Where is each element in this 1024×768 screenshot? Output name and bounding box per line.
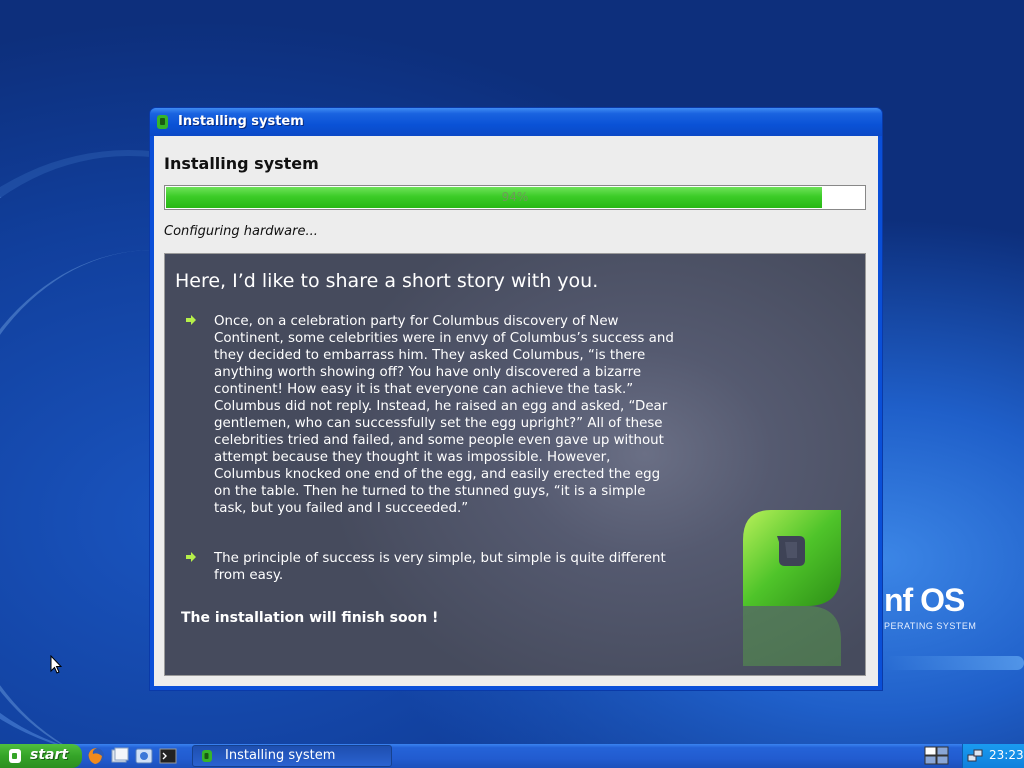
slide-bullet-text: The principle of success is very simple,…	[214, 551, 666, 583]
wallpaper-glow	[884, 656, 1024, 670]
start-label: start	[30, 747, 69, 763]
os-brand-subtitle: PERATING SYSTEM	[884, 621, 977, 631]
system-tray: 23:23	[962, 744, 1024, 768]
terminal-icon[interactable]	[158, 746, 178, 766]
taskbar-item-installer[interactable]: Installing system	[192, 745, 392, 767]
arrow-right-icon	[186, 552, 196, 562]
window-title: Installing system	[178, 114, 304, 129]
page-title: Installing system	[164, 154, 319, 173]
status-text: Configuring hardware...	[164, 224, 318, 239]
start-button[interactable]: start	[0, 744, 82, 768]
finish-message: The installation will finish soon !	[181, 610, 439, 626]
os-logo-reflection	[743, 606, 841, 666]
slide-bullet-text: Once, on a celebration party for Columbu…	[214, 314, 674, 516]
browser-icon[interactable]	[134, 746, 154, 766]
installer-window: Installing system Installing system 94% …	[150, 108, 882, 690]
progress-percent: 94%	[501, 190, 529, 204]
clock[interactable]: 23:23	[989, 748, 1024, 762]
workspace-switcher-icon[interactable]	[924, 746, 950, 766]
slideshow-panel: Here, I’d like to share a short story wi…	[164, 253, 866, 676]
installer-app-icon	[157, 115, 168, 129]
firefox-icon[interactable]	[86, 746, 106, 766]
start-logo-icon	[9, 749, 21, 763]
installer-app-icon	[202, 750, 212, 762]
files-icon[interactable]	[110, 746, 130, 766]
slide-title: Here, I’d like to share a short story wi…	[175, 270, 599, 292]
arrow-right-icon	[186, 315, 196, 325]
window-content: Installing system 94% Configuring hardwa…	[154, 136, 878, 686]
taskbar: start Installing system 23:23	[0, 744, 1024, 768]
os-logo-icon	[743, 510, 841, 606]
os-brand-logo: nf OS	[884, 582, 965, 618]
taskbar-item-label: Installing system	[225, 748, 336, 763]
network-icon[interactable]	[967, 748, 983, 764]
install-progress-bar: 94%	[164, 185, 866, 210]
window-titlebar[interactable]: Installing system	[150, 108, 882, 136]
